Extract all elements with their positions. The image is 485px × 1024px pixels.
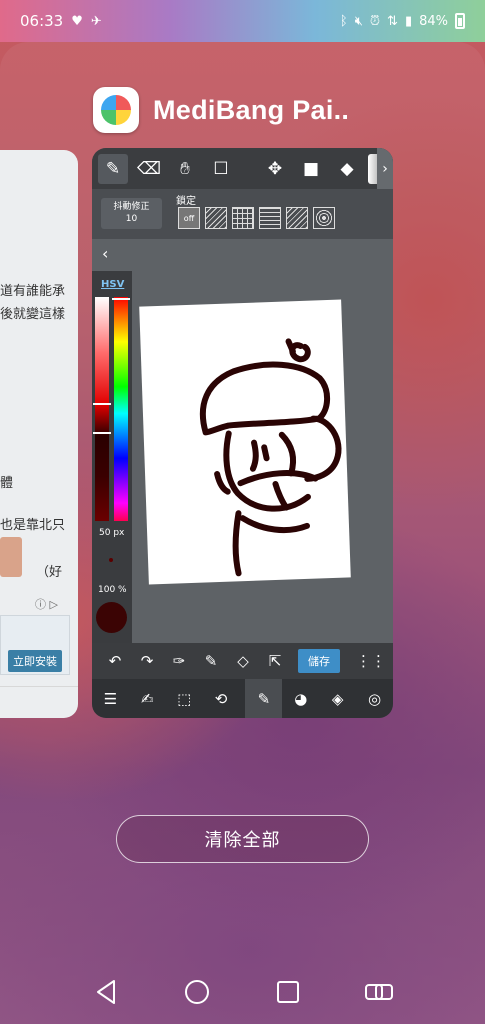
save-button[interactable]: 儲存 <box>298 649 340 673</box>
bluetooth-icon: ᛒ <box>339 13 348 29</box>
stabilizer-label: 抖動修正 <box>113 202 150 212</box>
avatar <box>0 537 22 577</box>
hand-icon[interactable]: ✋︎ <box>170 154 200 184</box>
signal-icon: ▮ <box>404 13 413 29</box>
recents-icon[interactable] <box>273 977 303 1007</box>
sv-marker <box>93 403 111 405</box>
move-icon[interactable]: ✥ <box>260 154 290 184</box>
export-icon[interactable]: ⇱ <box>264 650 286 672</box>
selection-icon[interactable]: ⬚ <box>166 679 203 718</box>
left-card-text: 也是靠北只 <box>0 518 66 533</box>
medibang-app-icon[interactable] <box>93 87 139 133</box>
eyedropper-icon[interactable]: ✑ <box>168 650 190 672</box>
app-header[interactable]: MediBang Pai.. <box>93 87 349 133</box>
pen-small-icon[interactable]: ✎ <box>200 650 222 672</box>
hsv-tab[interactable]: HSV <box>101 279 124 290</box>
brush-size: 50 px <box>99 528 125 538</box>
lock-off-button[interactable]: off <box>178 207 200 229</box>
color-panel: HSV 50 px 100 % <box>92 271 132 643</box>
bottom-action-bar: ↶ ↷ ✑ ✎ ◇ ⇱ 儲存 ⋮⋮ <box>92 643 393 679</box>
back-icon[interactable] <box>91 977 121 1007</box>
eraser-small-icon[interactable]: ◇ <box>232 650 254 672</box>
stabilizer-value: 10 <box>125 214 138 224</box>
recent-app-card-previous[interactable]: 道有誰能承 後就變這樣 體 也是靠北只 （好 ⓘ ▷ 立即安裝 <box>0 150 78 718</box>
layers-icon[interactable]: ◈ <box>319 679 356 718</box>
brush-opacity: 100 % <box>98 585 127 595</box>
alarm-icon: ⏰︎ <box>369 13 381 29</box>
eraser-icon[interactable]: ⌫ <box>134 154 164 184</box>
sketch-drawing <box>199 338 342 577</box>
lock-concentric-icon[interactable] <box>313 207 335 229</box>
grid-menu-icon[interactable]: ⋮⋮ <box>356 650 386 672</box>
lock-perspective-icon[interactable] <box>259 207 281 229</box>
app-title: MediBang Pai.. <box>153 94 350 125</box>
material-icon[interactable]: ◎ <box>356 679 393 718</box>
chevron-left-icon[interactable]: ‹ <box>102 244 108 263</box>
left-card-actions-icon: ⓘ ▷ <box>35 598 58 611</box>
navigation-bar <box>0 960 485 1024</box>
rotate-icon[interactable]: ⟲ <box>203 679 240 718</box>
lock-label: 鎖定 <box>176 196 196 207</box>
pen-icon[interactable]: ✎ <box>98 153 128 184</box>
palette-icon[interactable]: ◕ <box>282 679 319 718</box>
wifi-icon: ⇅ <box>387 13 398 29</box>
home-icon[interactable] <box>182 977 212 1007</box>
lock-diagonal-icon[interactable] <box>286 207 308 229</box>
brush-preview-dot <box>109 558 113 562</box>
brush-icon[interactable]: ✎ <box>245 679 283 718</box>
left-card-text: 體 <box>0 476 14 491</box>
lock-parallel-icon[interactable] <box>205 207 227 229</box>
mute-icon: 🔇︎ <box>354 13 363 29</box>
left-card-text: 後就變這樣 <box>0 307 66 322</box>
bottom-tool-bar: ☰ ✍ ⬚ ⟲ ✎ ◕ ◈ ◎ <box>92 679 393 718</box>
hue-marker <box>112 298 130 300</box>
switch-app-icon[interactable] <box>364 977 394 1007</box>
status-time: 06:33 <box>20 12 64 30</box>
clear-all-button[interactable]: 清除全部 <box>116 815 369 863</box>
bucket-icon[interactable]: ◆ <box>332 154 362 184</box>
left-card-text: （好 <box>36 565 63 580</box>
stabilizer-button[interactable]: 抖動修正 10 <box>101 198 162 229</box>
chevron-right-icon[interactable]: › <box>377 148 393 189</box>
lock-grid-icon[interactable] <box>232 207 254 229</box>
edit-icon[interactable]: ✍ <box>129 679 166 718</box>
install-button[interactable]: 立即安裝 <box>8 650 62 672</box>
divider <box>0 686 78 687</box>
battery-icon <box>455 13 465 29</box>
redo-icon[interactable]: ↷ <box>136 650 158 672</box>
recent-app-card-medibang[interactable]: ✎ ⌫ ✋︎ ☐ ✥ ■ ◆ › 抖動修正 10 鎖定 off ‹ HSV 50… <box>92 148 393 718</box>
sv-marker <box>93 432 111 434</box>
caret-icon: ✈ <box>90 13 102 29</box>
menu-icon[interactable]: ☰ <box>92 679 129 718</box>
top-toolbar: ✎ ⌫ ✋︎ ☐ ✥ ■ ◆ › <box>92 148 393 189</box>
status-bar: 06:33 ♥ ✈ ᛒ 🔇︎ ⏰︎ ⇅ ▮ 84% <box>0 0 485 42</box>
lock-options: off <box>178 207 335 229</box>
tool-options-bar: 抖動修正 10 鎖定 off <box>92 189 393 239</box>
left-card-text: 道有誰能承 <box>0 284 66 299</box>
heart-icon: ♥ <box>71 13 83 29</box>
current-color-swatch[interactable] <box>96 602 127 633</box>
select-rect-icon[interactable]: ☐ <box>206 154 236 184</box>
hue-slider[interactable] <box>114 297 128 521</box>
fill-rect-icon[interactable]: ■ <box>296 154 326 184</box>
undo-icon[interactable]: ↶ <box>104 650 126 672</box>
saturation-value-slider[interactable] <box>95 297 109 521</box>
battery-percent: 84% <box>419 13 448 29</box>
